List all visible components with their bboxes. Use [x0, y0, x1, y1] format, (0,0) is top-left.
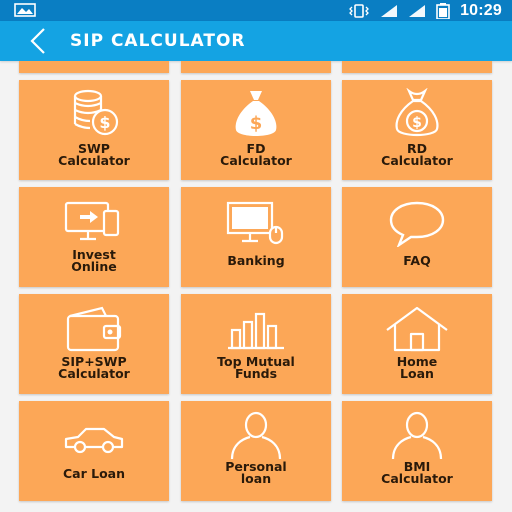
battery-icon: [436, 2, 450, 19]
tile-label: RD Calculator: [381, 141, 453, 168]
tile-fd-calculator[interactable]: $ FD Calculator: [181, 80, 331, 180]
tile-partial[interactable]: [181, 61, 331, 73]
signal-icon: [381, 4, 398, 17]
tile-bmi-calculator[interactable]: BMI Calculator: [342, 401, 492, 501]
tile-sip-swp-calculator[interactable]: SIP+SWP Calculator: [19, 294, 169, 394]
tile-swp-calculator[interactable]: $ SWP Calculator: [19, 80, 169, 180]
status-time: 10:29: [460, 1, 502, 19]
coins-dollar-icon: $: [73, 89, 119, 136]
tile-label: Top Mutual Funds: [217, 354, 295, 381]
svg-text:$: $: [99, 113, 110, 132]
tile-label: FAQ: [403, 253, 431, 268]
house-icon: [386, 306, 448, 352]
tile-partial[interactable]: [342, 61, 492, 73]
wallet-icon: [66, 306, 122, 352]
tile-car-loan[interactable]: Car Loan: [19, 401, 169, 501]
vibrate-icon: [349, 3, 369, 18]
bar-chart-icon: [228, 312, 284, 350]
app-bar: SIP CALCULATOR: [0, 21, 512, 61]
tile-invest-online[interactable]: Invest Online: [19, 187, 169, 287]
tile-banking[interactable]: Banking: [181, 187, 331, 287]
signal-icon: [409, 4, 426, 17]
person-icon: [230, 411, 282, 460]
svg-text:$: $: [412, 115, 422, 131]
tile-label: BMI Calculator: [381, 459, 453, 486]
car-icon: [64, 427, 124, 454]
tile-label: FD Calculator: [220, 141, 292, 168]
status-bar: 10:29: [0, 0, 512, 21]
tile-partial[interactable]: [19, 61, 169, 73]
tile-label: Invest Online: [71, 247, 117, 274]
tile-label: SIP+SWP Calculator: [58, 354, 130, 381]
money-bag-icon: $: [235, 91, 277, 136]
tile-rd-calculator[interactable]: $ RD Calculator: [342, 80, 492, 180]
tile-label: Banking: [227, 253, 285, 268]
tile-label: Car Loan: [62, 466, 125, 481]
tile-label: Personal loan: [225, 459, 287, 486]
speech-bubble-icon: [389, 201, 445, 247]
tile-label: SWP Calculator: [58, 141, 130, 168]
page-title: SIP CALCULATOR: [70, 31, 246, 51]
tile-label: Home Loan: [396, 354, 438, 381]
svg-text:$: $: [250, 113, 263, 134]
back-button[interactable]: [24, 25, 54, 57]
money-bag-outline-icon: $: [395, 88, 439, 137]
computer-mouse-icon: [226, 201, 284, 245]
image-icon: [14, 3, 36, 17]
person-outline-icon: [391, 411, 443, 460]
monitor-phone-icon: [64, 201, 120, 241]
tile-personal-loan[interactable]: Personal loan: [181, 401, 331, 501]
tile-top-mutual-funds[interactable]: Top Mutual Funds: [181, 294, 331, 394]
tile-faq[interactable]: FAQ: [342, 187, 492, 287]
chevron-left-icon: [30, 28, 45, 54]
menu-grid: $ SWP Calculator $ FD Calculator $ RD Ca…: [0, 61, 512, 512]
tile-home-loan[interactable]: Home Loan: [342, 294, 492, 394]
